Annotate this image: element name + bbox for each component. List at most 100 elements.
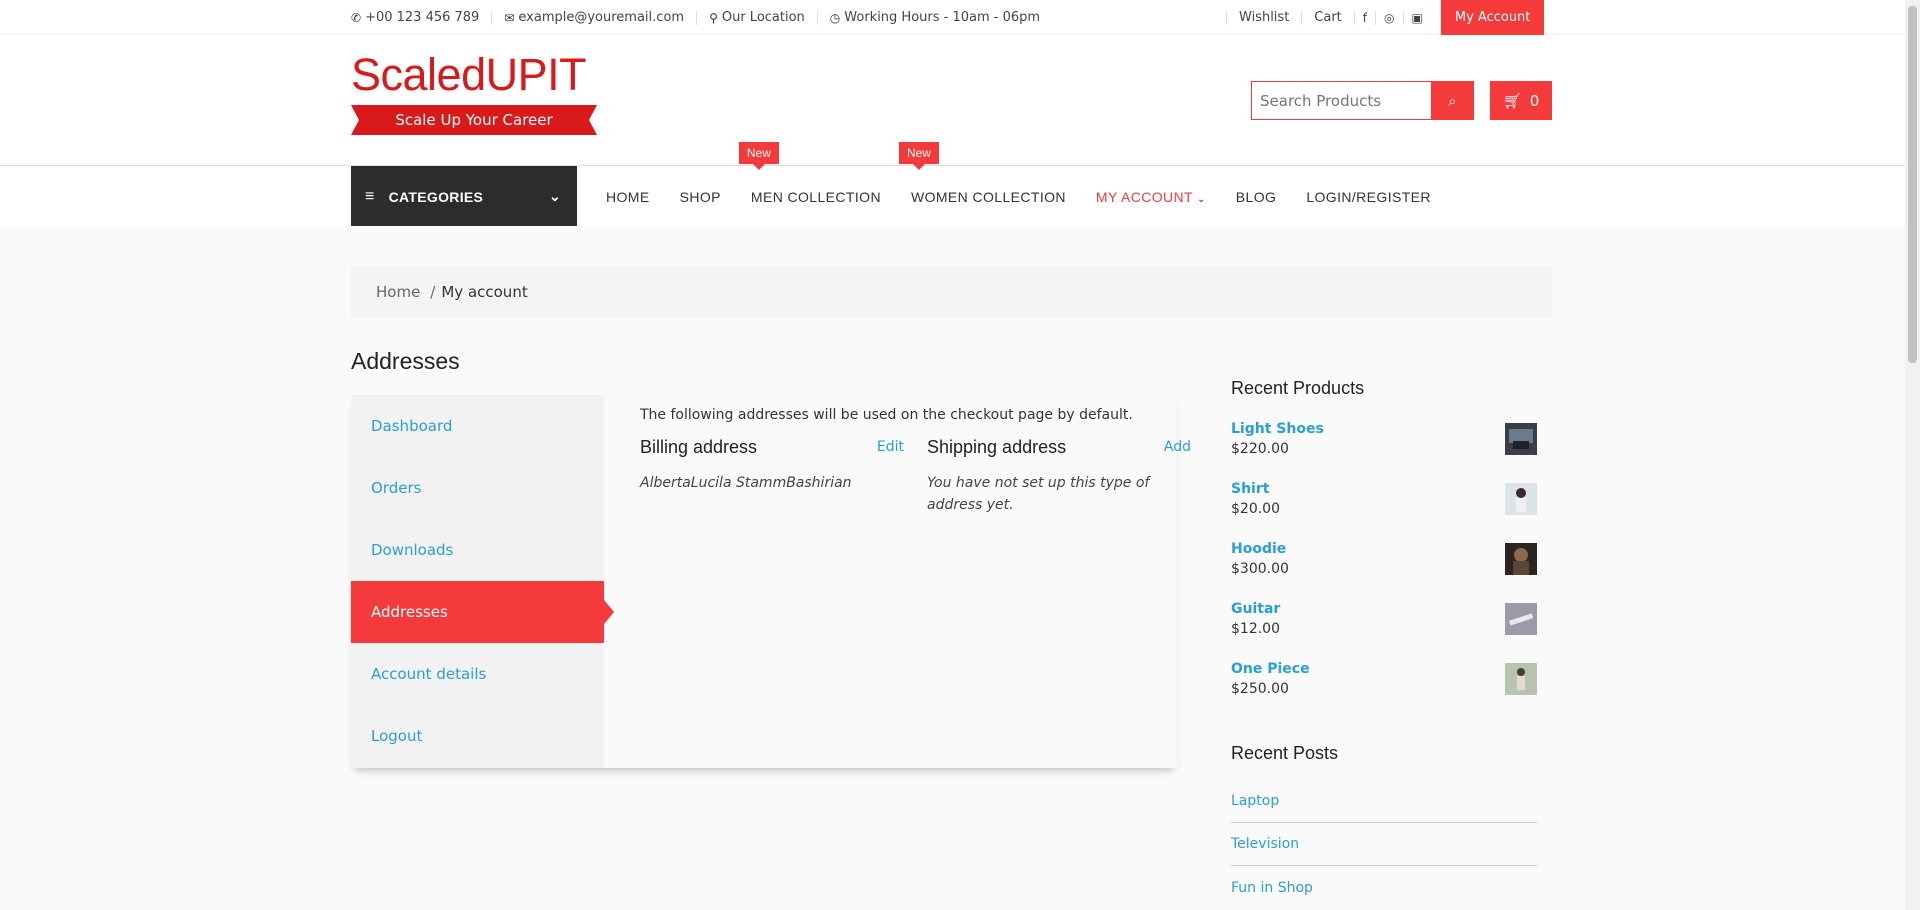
nav-links: HOME SHOP New MEN COLLECTION New WOMEN COL… [606,141,1461,227]
hours-info: ◷ Working Hours - 10am - 06pm [829,9,1052,25]
account-nav-downloads[interactable]: Downloads [351,519,604,581]
post-link[interactable]: Laptop [1231,780,1537,823]
new-badge: New [738,141,779,170]
search-bar: ⌕ [1251,81,1474,120]
billing-address-text: AlbertaLucila StammBashirian [640,475,852,491]
account-nav-orders[interactable]: Orders [351,457,604,519]
camera-icon[interactable]: ▣ [1402,10,1431,25]
envelope-icon: ✉ [504,10,515,25]
product-price: $220.00 [1231,441,1289,457]
search-input[interactable] [1251,81,1431,120]
recent-products-list: Light Shoes $220.00 Shirt $20.00 Hoodie … [1231,421,1537,721]
nav-my-account[interactable]: MY ACCOUNT ⌄ [1096,189,1206,205]
account-nav-addresses[interactable]: Addresses [351,581,614,643]
hours-text: Working Hours - 10am - 06pm [844,9,1041,25]
shipping-add-link[interactable]: Add [1164,439,1191,455]
product-item: Light Shoes $220.00 [1231,421,1537,481]
nav-men-collection[interactable]: New MEN COLLECTION [738,141,881,205]
recent-posts-list: Laptop Television Fun in Shop [1231,780,1537,909]
product-thumbnail[interactable] [1505,483,1537,515]
breadcrumb-home[interactable]: Home [376,283,420,301]
account-nav-logout[interactable]: Logout [351,705,604,767]
account-nav-dashboard[interactable]: Dashboard [351,395,604,457]
phone-text: +00 123 456 789 [365,9,480,25]
addresses-intro: The following addresses will be used on … [640,407,1133,423]
map-marker-icon: ⚲ [709,10,718,25]
logo-tagline: Scale Up Your Career [351,105,597,135]
breadcrumb-separator: / [430,283,436,301]
site-logo[interactable]: ScaledUPIT Scale Up Your Career [351,52,601,135]
email-text: example@youremail.com [518,9,685,25]
hamburger-icon: ≡ [365,187,375,205]
email-info: ✉ example@youremail.com [504,9,698,25]
cart-count: 0 [1529,91,1540,110]
product-item: Guitar $12.00 [1231,601,1537,661]
product-thumbnail[interactable] [1505,423,1537,455]
product-price: $20.00 [1231,501,1280,517]
phone-icon: ✆ [351,10,362,25]
product-name[interactable]: Light Shoes [1231,421,1537,437]
nav-login-register[interactable]: LOGIN/REGISTER [1306,189,1431,205]
product-name[interactable]: Guitar [1231,601,1537,617]
breadcrumb-current: My account [441,283,528,301]
search-button[interactable]: ⌕ [1431,81,1474,120]
shipping-address-text: You have not set up this type of address… [927,475,1150,513]
post-link[interactable]: Television [1231,823,1537,866]
addresses-content: The following addresses will be used on … [640,407,1191,513]
nav-men-label: MEN COLLECTION [750,188,881,205]
shipping-address-title: Shipping address [927,437,1067,457]
site-header [0,35,1905,165]
account-navigation: Dashboard Orders Downloads Addresses Acc… [351,395,614,768]
cart-button[interactable]: 🛒︎ 0 [1490,81,1552,120]
nav-home[interactable]: HOME [606,189,650,205]
new-badge: New [898,141,939,170]
contact-info: ✆ +00 123 456 789 ✉ example@youremail.com … [351,0,1064,35]
clock-icon: ◷ [829,10,841,25]
nav-women-collection[interactable]: New WOMEN COLLECTION [898,141,1066,205]
top-links: Wishlist Cart f ◎ ▣ My Account [1226,0,1545,35]
location-info: ⚲ Our Location [709,9,818,25]
recent-posts-title: Recent Posts [1231,743,1339,763]
sidebar: Recent Products Light Shoes $220.00 Shir… [1231,378,1537,909]
wishlist-link[interactable]: Wishlist [1226,10,1301,25]
nav-blog[interactable]: BLOG [1236,189,1277,205]
nav-shop[interactable]: SHOP [680,189,721,205]
product-thumbnail[interactable] [1505,663,1537,695]
logo-text: ScaledUPIT [351,49,587,100]
scrollbar-thumb[interactable] [1908,6,1917,363]
product-price: $12.00 [1231,621,1280,637]
main-nav: ≡ CATEGORIES ⌄ HOME SHOP New MEN COLLECTI… [0,141,1905,227]
product-name[interactable]: Hoodie [1231,541,1537,557]
breadcrumb: Home / My account [351,267,1552,317]
product-item: Hoodie $300.00 [1231,541,1537,601]
facebook-icon[interactable]: f [1353,10,1375,25]
billing-address-title: Billing address [640,437,758,457]
top-bar: ✆ +00 123 456 789 ✉ example@youremail.com … [0,0,1905,35]
product-item: Shirt $20.00 [1231,481,1537,541]
page-scrollbar[interactable] [1905,0,1920,910]
product-thumbnail[interactable] [1505,603,1537,635]
cart-link[interactable]: Cart [1301,10,1354,25]
product-price: $250.00 [1231,681,1289,697]
product-price: $300.00 [1231,561,1289,577]
search-icon: ⌕ [1448,91,1457,110]
phone-info: ✆ +00 123 456 789 [351,9,493,25]
my-account-button[interactable]: My Account [1440,0,1545,35]
location-text: Our Location [721,9,805,25]
product-name[interactable]: Shirt [1231,481,1537,497]
nav-women-label: WOMEN COLLECTION [910,188,1066,205]
product-name[interactable]: One Piece [1231,661,1537,677]
product-thumbnail[interactable] [1505,543,1537,575]
instagram-icon[interactable]: ◎ [1375,10,1402,25]
chevron-down-icon: ⌄ [548,188,561,204]
nav-my-account-label: MY ACCOUNT [1095,188,1194,205]
product-item: One Piece $250.00 [1231,661,1537,721]
page-title: Addresses [351,348,460,374]
account-nav-account-details[interactable]: Account details [351,643,604,705]
billing-edit-link[interactable]: Edit [877,439,904,455]
chevron-down-icon: ⌄ [1197,193,1206,205]
recent-products-title: Recent Products [1231,378,1365,398]
categories-button[interactable]: ≡ CATEGORIES ⌄ [351,166,577,227]
billing-address: Billing address Edit AlbertaLucila Stamm… [640,437,904,494]
post-link[interactable]: Fun in Shop [1231,866,1537,909]
